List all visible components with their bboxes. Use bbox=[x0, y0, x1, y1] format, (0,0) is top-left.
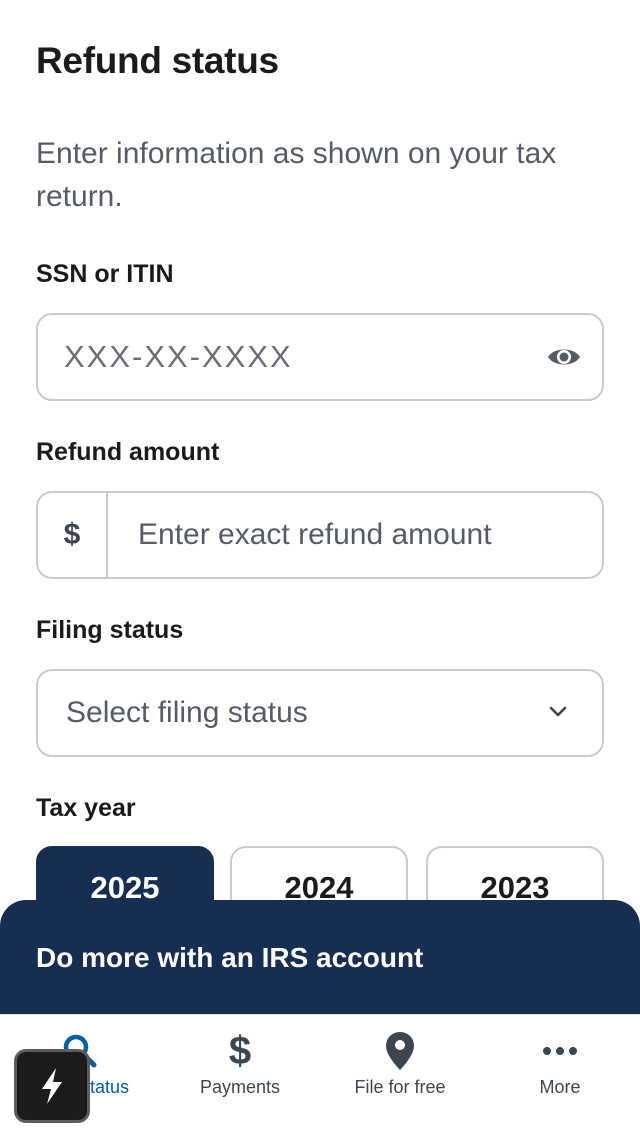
map-pin-icon bbox=[385, 1031, 415, 1071]
more-dots-icon bbox=[542, 1031, 578, 1071]
dollar-icon: $ bbox=[228, 1029, 252, 1073]
chevron-down-icon bbox=[549, 706, 567, 717]
irs-account-banner[interactable]: Do more with an IRS account bbox=[0, 900, 640, 1025]
ssn-input[interactable] bbox=[64, 315, 534, 399]
tab-label-payments: Payments bbox=[199, 1077, 281, 1097]
filing-status-value: Select filing status bbox=[66, 696, 308, 729]
refund-amount-input[interactable] bbox=[138, 493, 588, 577]
refund-amount-field: $ bbox=[36, 491, 604, 579]
refund-status-screen: Refund status Enter information as shown… bbox=[0, 0, 640, 1138]
tab-label-file-for-free: File for free bbox=[354, 1077, 446, 1097]
eye-icon[interactable] bbox=[546, 341, 582, 373]
bottom-tab-bar: status $ Payments File for free More bbox=[0, 1014, 640, 1138]
lightning-overlay-button[interactable] bbox=[14, 1049, 90, 1123]
tab-payments[interactable]: $ Payments bbox=[160, 1015, 320, 1138]
ssn-field bbox=[36, 313, 604, 401]
lightning-icon bbox=[42, 1068, 62, 1104]
tab-file-for-free[interactable]: File for free bbox=[320, 1015, 480, 1138]
currency-prefix: $ bbox=[38, 493, 108, 577]
tab-more[interactable]: More bbox=[480, 1015, 640, 1138]
banner-text: Do more with an IRS account bbox=[36, 942, 424, 973]
page-title: Refund status bbox=[36, 40, 279, 81]
tab-label-more: More bbox=[539, 1077, 581, 1097]
filing-status-label: Filing status bbox=[36, 616, 184, 644]
refund-amount-label: Refund amount bbox=[36, 438, 220, 466]
tax-year-label: Tax year bbox=[36, 794, 136, 822]
ssn-label: SSN or ITIN bbox=[36, 260, 174, 288]
filing-status-select[interactable]: Select filing status bbox=[36, 669, 604, 757]
intro-text: Enter information as shown on your tax r… bbox=[36, 137, 557, 213]
